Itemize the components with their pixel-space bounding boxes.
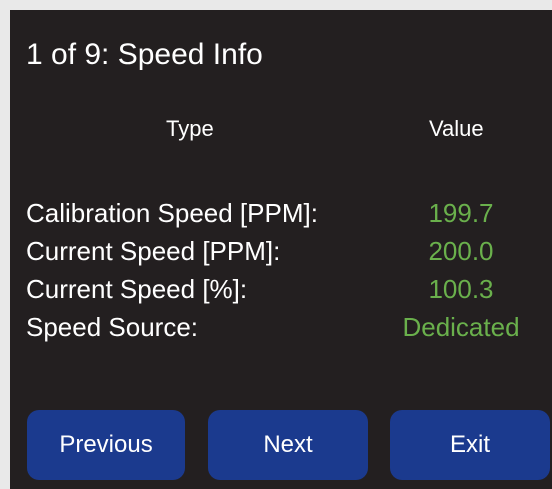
- list-item: Speed Source: Dedicated: [26, 308, 536, 346]
- next-button[interactable]: Next: [208, 410, 368, 480]
- page-title: 1 of 9: Speed Info: [26, 38, 263, 71]
- speed-source-value: Dedicated: [402, 312, 520, 342]
- value-column-header: Value: [429, 116, 484, 141]
- type-column-header: Type: [166, 116, 214, 141]
- calibration-speed-value: 199.7: [428, 198, 494, 228]
- speed-info-screen: 1 of 9: Speed Info Type Value Calibratio…: [10, 10, 552, 489]
- exit-button[interactable]: Exit: [390, 410, 550, 480]
- list-item: Calibration Speed [PPM]: 199.7: [26, 194, 536, 232]
- current-speed-ppm-value: 200.0: [428, 236, 494, 266]
- current-speed-percent-label: Current Speed [%]:: [26, 274, 248, 304]
- current-speed-ppm-label: Current Speed [PPM]:: [26, 236, 281, 266]
- speed-source-label: Speed Source:: [26, 312, 199, 342]
- list-item: Current Speed [PPM]: 200.0: [26, 232, 536, 270]
- current-speed-percent-value: 100.3: [428, 274, 494, 304]
- previous-button[interactable]: Previous: [27, 410, 185, 480]
- speed-info-list: Calibration Speed [PPM]: 199.7 Current S…: [26, 194, 536, 346]
- calibration-speed-label: Calibration Speed [PPM]:: [26, 198, 318, 228]
- list-item: Current Speed [%]: 100.3: [26, 270, 536, 308]
